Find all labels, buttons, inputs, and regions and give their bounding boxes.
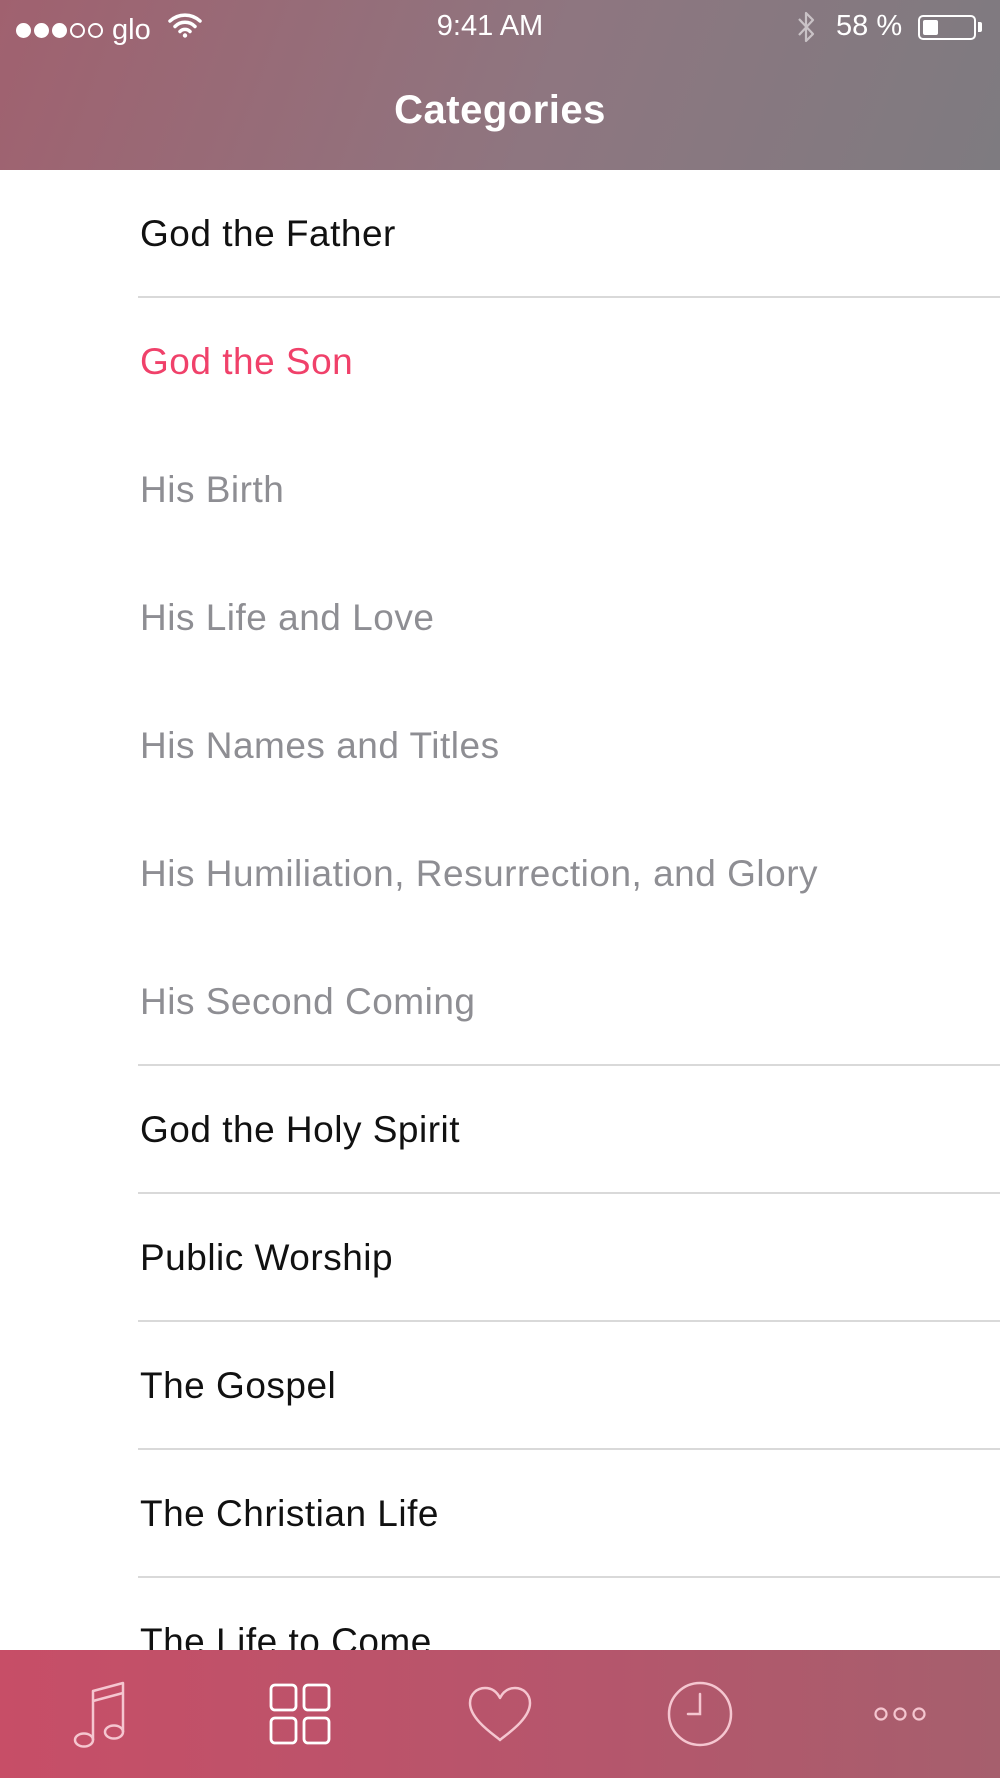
category-label: The Life to Come [140,1621,432,1650]
category-item-selected[interactable]: God the Son [0,298,1000,426]
category-label: Public Worship [140,1237,394,1278]
category-list[interactable]: God the Father God the Son His Birth His… [0,170,1000,1650]
tab-categories[interactable] [200,1650,400,1778]
category-item[interactable]: God the Father [0,170,1000,298]
battery-level [923,20,938,35]
subcategory-item[interactable]: His Birth [0,426,1000,554]
category-item[interactable]: The Life to Come [0,1578,1000,1650]
tab-more[interactable] [800,1650,1000,1778]
category-label: God the Father [140,213,396,254]
page-title: Categories [394,88,606,132]
grid-icon [269,1683,331,1745]
battery-percentage: 58 % [836,10,903,42]
status-time: 9:41 AM [436,10,544,42]
heart-icon [467,1685,533,1743]
category-item[interactable]: The Gospel [0,1322,1000,1450]
subcategory-label: His Second Coming [140,981,476,1022]
status-bar: glo 9:41 AM 58 % [0,0,1000,56]
subcategory-label: His Names and Titles [140,725,500,766]
header: glo 9:41 AM 58 % Categories [0,0,1000,170]
category-item[interactable]: The Christian Life [0,1450,1000,1578]
battery-tip [978,22,982,32]
category-item[interactable]: God the Holy Spirit [0,1066,1000,1194]
more-icon [873,1706,927,1722]
subcategory-label: His Humiliation, Resurrection, and Glory [140,853,819,894]
subcategory-item[interactable]: His Humiliation, Resurrection, and Glory [0,810,1000,938]
subcategory-item[interactable]: His Names and Titles [0,682,1000,810]
bluetooth-icon [794,10,818,52]
category-label: The Gospel [140,1365,337,1406]
tab-bar [0,1650,1000,1778]
subcategory-label: His Life and Love [140,597,435,638]
tab-favorites[interactable] [400,1650,600,1778]
subcategory-item[interactable]: His Life and Love [0,554,1000,682]
tab-recent[interactable] [600,1650,800,1778]
subcategory-item[interactable]: His Second Coming [0,938,1000,1066]
category-label: The Christian Life [140,1493,439,1534]
category-label: God the Son [140,341,354,382]
category-label: God the Holy Spirit [140,1109,461,1150]
battery-icon [918,15,976,40]
clock-icon [666,1680,734,1748]
music-note-icon [72,1679,128,1749]
subcategory-label: His Birth [140,469,285,510]
tab-songs[interactable] [0,1650,200,1778]
category-item[interactable]: Public Worship [0,1194,1000,1322]
